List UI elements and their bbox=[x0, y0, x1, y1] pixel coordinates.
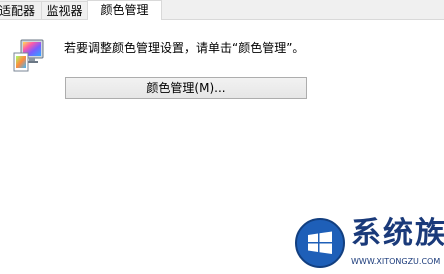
color-management-instruction: 若要调整颜色管理设置，请单击“颜色管理”。 bbox=[64, 41, 305, 55]
tab-strip: 适配器 监视器 颜色管理 bbox=[0, 0, 444, 20]
color-management-button[interactable]: 颜色管理(M)... bbox=[65, 77, 307, 99]
color-management-icon bbox=[13, 39, 44, 72]
watermark-url: WWW.XITONGZU.COM bbox=[351, 257, 441, 266]
tab-monitor[interactable]: 监视器 bbox=[41, 1, 88, 19]
tab-adapter[interactable]: 适配器 bbox=[0, 1, 42, 19]
tab-color-management[interactable]: 颜色管理 bbox=[87, 0, 162, 20]
watermark-brand: 系统族 bbox=[351, 216, 444, 251]
windows-logo-icon bbox=[295, 218, 345, 268]
